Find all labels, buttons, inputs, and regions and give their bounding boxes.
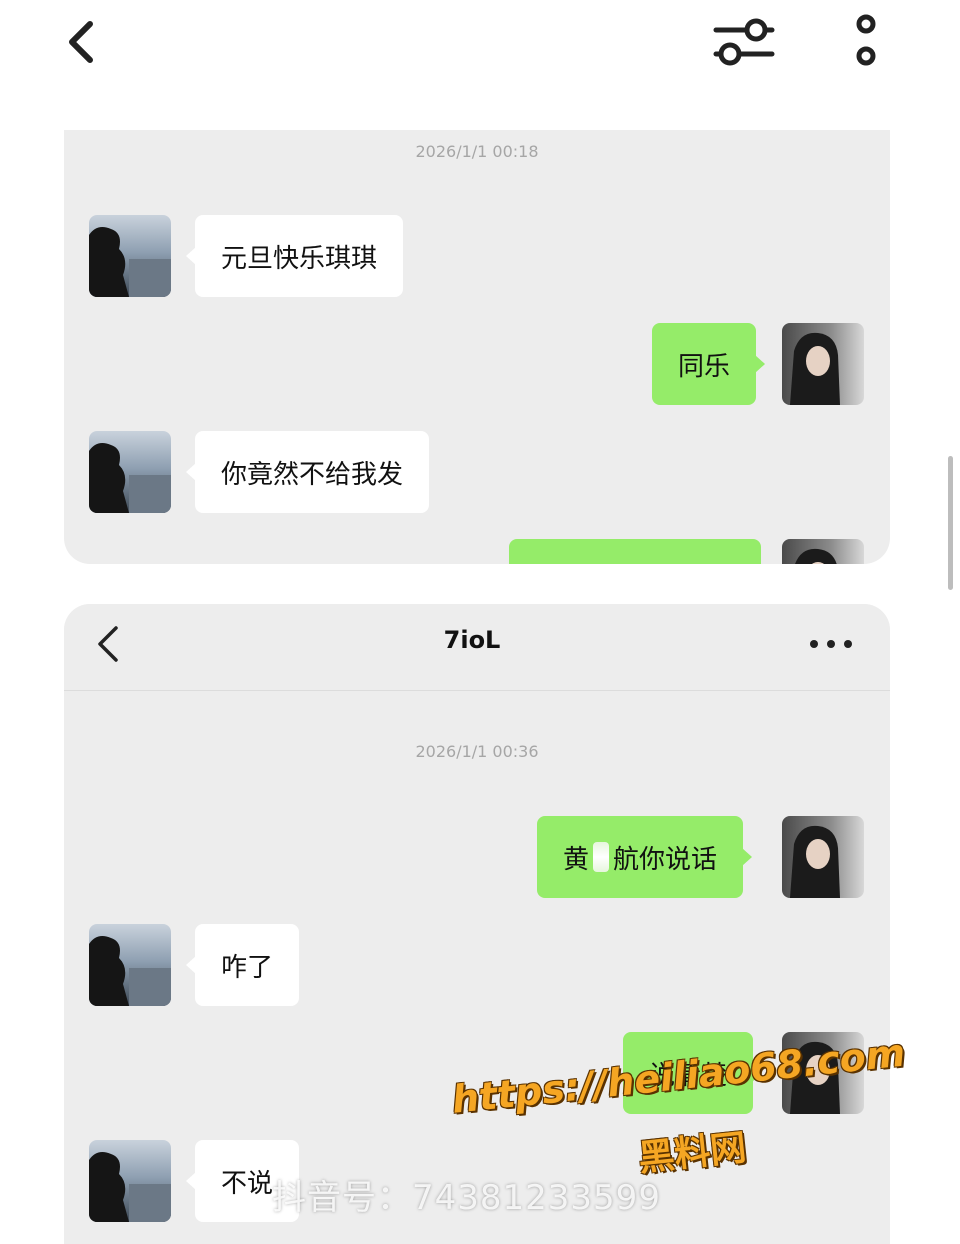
redacted-character xyxy=(593,842,610,872)
chat-screenshot-2: 7ioL 2026/1/1 00:36 黄 航你说话 咋了 说清楚 不说 xyxy=(64,604,890,1244)
message-text-part: 黄 xyxy=(563,844,590,875)
message-bubble-incoming[interactable]: 元旦快乐琪琪 xyxy=(185,215,404,297)
scrollbar[interactable] xyxy=(948,456,953,590)
more-vertical-icon[interactable] xyxy=(846,12,886,72)
message-bubble-outgoing[interactable]: 黄 航你说话 xyxy=(537,816,753,898)
my-avatar[interactable] xyxy=(782,539,864,564)
contact-avatar[interactable] xyxy=(89,924,171,1006)
message-bubble-incoming[interactable]: 你竟然不给我发 xyxy=(185,431,430,513)
chat-screenshot-1: 2026/1/1 00:18 元旦快乐琪琪 同乐 你竟然不给我发 xyxy=(64,130,890,564)
more-horizontal-icon[interactable] xyxy=(806,632,856,656)
sliders-icon[interactable] xyxy=(712,12,776,72)
my-avatar[interactable] xyxy=(782,816,864,898)
message-bubble-outgoing[interactable]: 同乐 xyxy=(652,323,766,405)
douyin-watermark: 抖音号：74381233599 xyxy=(272,1178,661,1218)
chat-title: 7ioL xyxy=(443,626,501,654)
top-bar xyxy=(0,0,960,90)
message-bubble-outgoing[interactable] xyxy=(509,539,761,564)
message-text: 同乐 xyxy=(678,351,731,382)
message-timestamp: 2026/1/1 00:18 xyxy=(415,142,539,161)
chevron-left-icon[interactable] xyxy=(62,18,106,66)
my-avatar[interactable] xyxy=(782,323,864,405)
chat-header: 7ioL xyxy=(64,604,890,691)
message-text-part: 航你说话 xyxy=(613,844,718,875)
message-timestamp: 2026/1/1 00:36 xyxy=(415,742,539,761)
contact-avatar[interactable] xyxy=(89,431,171,513)
message-text: 你竟然不给我发 xyxy=(221,459,404,490)
contact-avatar[interactable] xyxy=(89,1140,171,1222)
message-bubble-incoming[interactable]: 咋了 xyxy=(185,924,300,1006)
contact-avatar[interactable] xyxy=(89,215,171,297)
message-text: 不说 xyxy=(221,1168,274,1199)
message-text: 咋了 xyxy=(221,952,274,983)
message-text: 元旦快乐琪琪 xyxy=(221,243,378,274)
